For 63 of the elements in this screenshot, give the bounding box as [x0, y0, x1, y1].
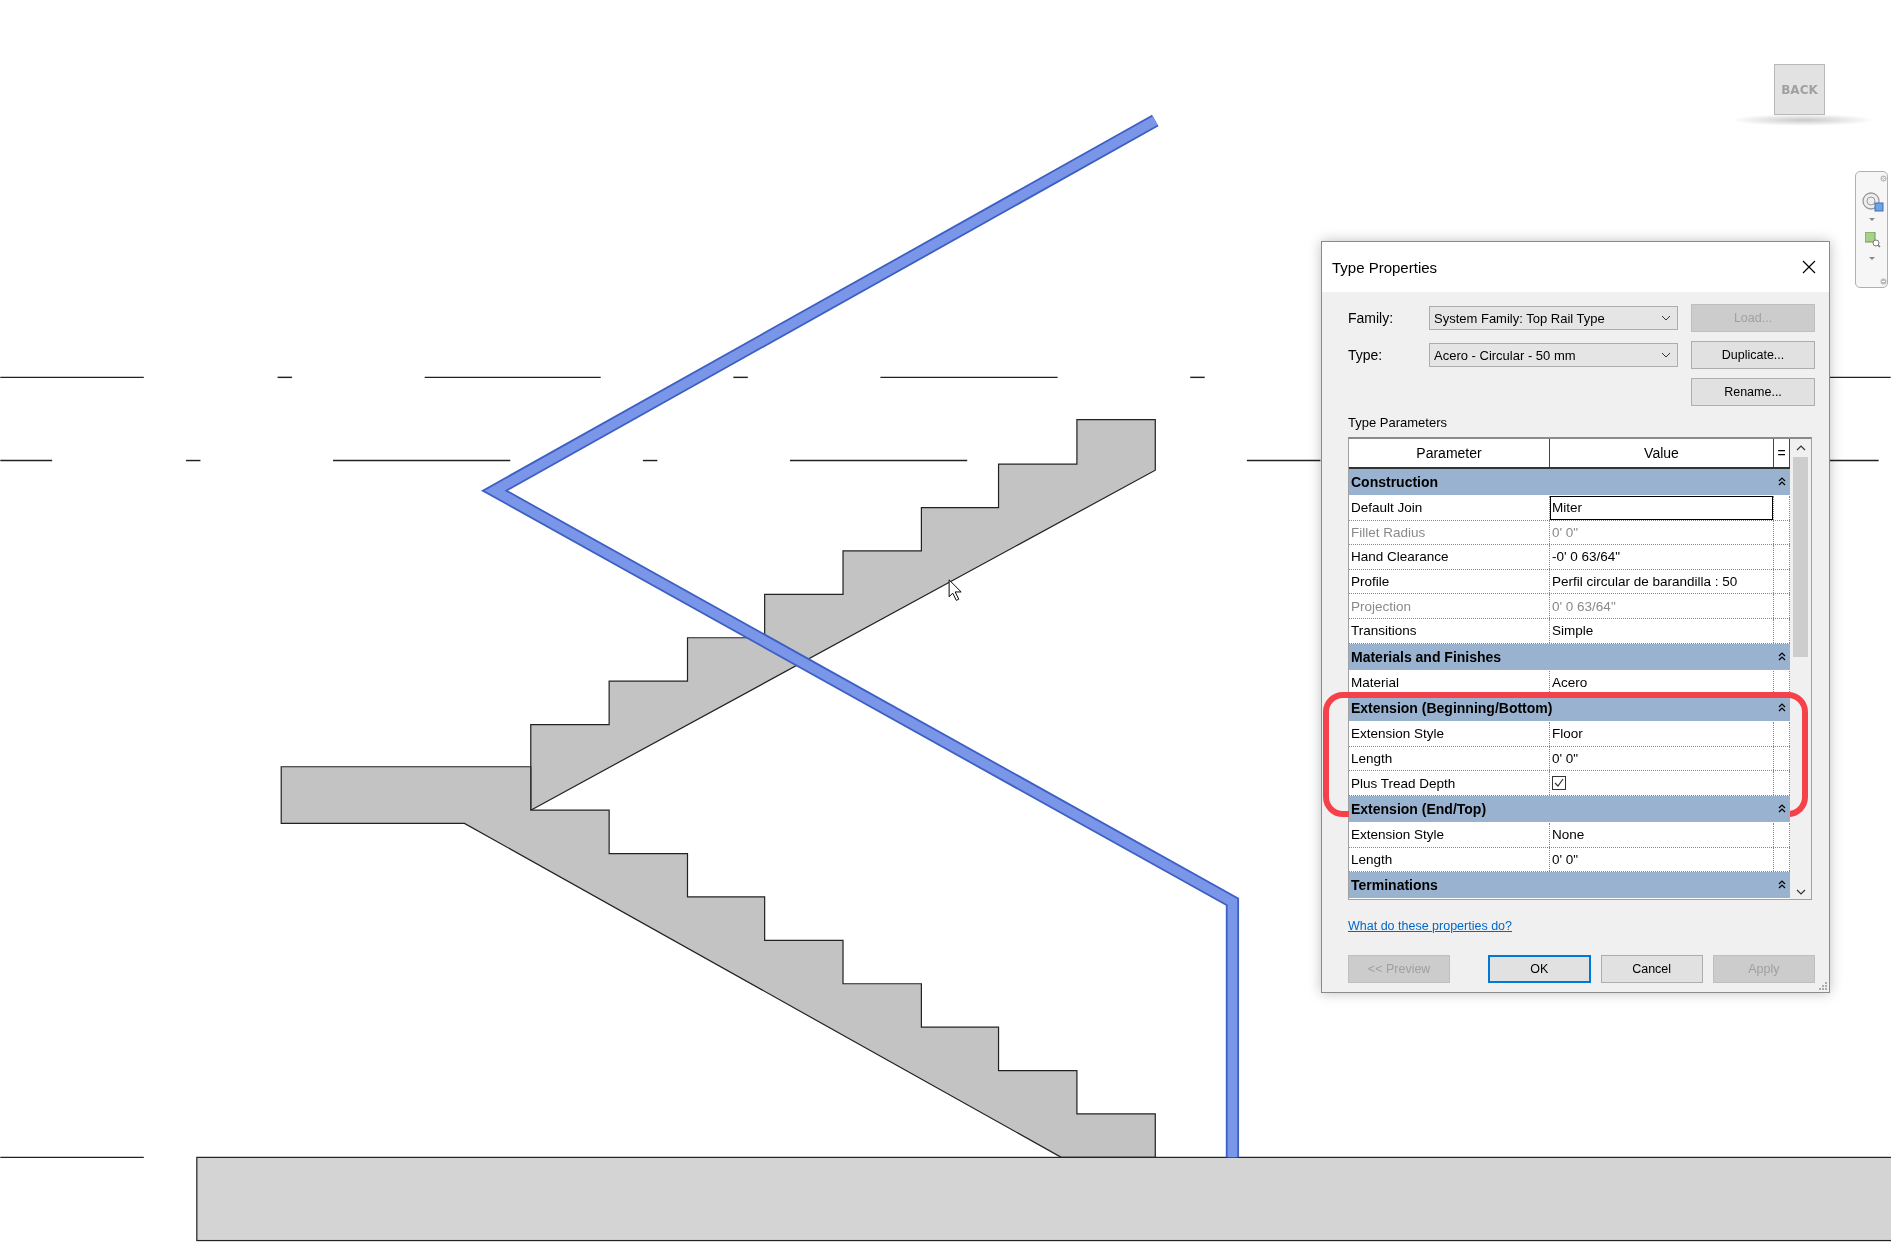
value-field[interactable]: Miter [1550, 496, 1774, 520]
column-header[interactable]: Parameter [1349, 439, 1550, 467]
dropdown-arrow-icon[interactable] [1869, 218, 1875, 222]
parameter-cell: Projection [1349, 594, 1550, 618]
group-header[interactable]: Terminations [1349, 872, 1790, 900]
group-header[interactable]: Materials and Finishes [1349, 643, 1790, 671]
close-icon[interactable] [1802, 260, 1816, 274]
parameter-cell: Profile [1349, 569, 1550, 594]
parameter-cell: Material [1349, 670, 1550, 695]
collapse-icon[interactable] [1778, 703, 1786, 714]
value-cell: Acero [1550, 670, 1774, 695]
section-label: Type Parameters [1348, 415, 1448, 430]
resize-grip-icon[interactable] [1817, 980, 1827, 990]
group-title: Extension (Beginning/Bottom) [1351, 700, 1553, 717]
group-title: Materials and Finishes [1351, 648, 1502, 665]
scroll-up-icon[interactable] [1795, 445, 1806, 451]
parameter-cell: Extension Style [1349, 822, 1550, 847]
group-header[interactable]: Extension (End/Top) [1349, 795, 1790, 823]
collapse-icon[interactable] [1778, 651, 1786, 662]
parameter-cell: Transitions [1349, 618, 1550, 643]
dropdown-arrow-icon[interactable] [1869, 257, 1875, 261]
value-cell: 0' 0 63/64" [1550, 594, 1774, 618]
caret-icon [1661, 315, 1671, 321]
group-title: Construction [1351, 474, 1439, 490]
parameter-cell: Extension Style [1349, 722, 1550, 746]
group-title: Terminations [1351, 877, 1438, 894]
value-cell: 0' 0" [1550, 847, 1774, 872]
dialog-button[interactable]: Rename... [1691, 378, 1815, 406]
parameter-cell: Fillet Radius [1349, 520, 1550, 545]
zoom-icon[interactable] [1865, 232, 1881, 248]
caret-icon [1661, 352, 1671, 358]
parameter-cell: Length [1349, 847, 1550, 872]
group-title: Extension (End/Top) [1351, 800, 1487, 817]
scrollbar-thumb[interactable] [1793, 457, 1808, 657]
column-header[interactable]: Value [1550, 439, 1774, 467]
scroll-down-icon[interactable] [1795, 889, 1806, 896]
value-cell: None [1550, 822, 1774, 847]
value-cell: 0' 0" [1550, 520, 1774, 545]
dialog-button[interactable]: Cancel [1600, 955, 1703, 984]
help-link[interactable]: What do these properties do? [1348, 919, 1512, 934]
value-cell: Floor [1550, 722, 1774, 746]
family-dropdown[interactable]: System Family: Top Rail Type [1429, 306, 1678, 330]
field-label: Type: [1348, 347, 1384, 363]
value-cell: Simple [1550, 618, 1774, 643]
field-label: Family: [1348, 310, 1395, 326]
collapse-icon[interactable] [1778, 880, 1786, 891]
type-dropdown[interactable]: Acero - Circular - 50 mm [1429, 343, 1678, 367]
group-header[interactable]: Construction [1349, 469, 1790, 496]
collapse-icon[interactable] [1778, 477, 1786, 487]
value-cell: Perfil circular de barandilla : 50 [1550, 569, 1774, 594]
collapse-icon[interactable] [1778, 803, 1786, 814]
steering-wheel-icon[interactable] [1862, 192, 1884, 212]
checkbox[interactable] [1552, 776, 1566, 791]
cursor-icon [948, 579, 962, 601]
dialog-button[interactable]: OK [1488, 955, 1591, 984]
value-cell: 0' 0" [1550, 746, 1774, 771]
parameter-cell: Hand Clearance [1349, 545, 1550, 569]
window-title: Type Properties [1332, 258, 1438, 276]
parameter-cell: Default Join [1349, 496, 1550, 520]
parameter-cell: Length [1349, 746, 1550, 771]
dialog-button[interactable]: Duplicate... [1691, 341, 1815, 369]
value-cell: -0' 0 63/64" [1550, 545, 1774, 569]
parameter-cell: Plus Tread Depth [1349, 771, 1550, 795]
